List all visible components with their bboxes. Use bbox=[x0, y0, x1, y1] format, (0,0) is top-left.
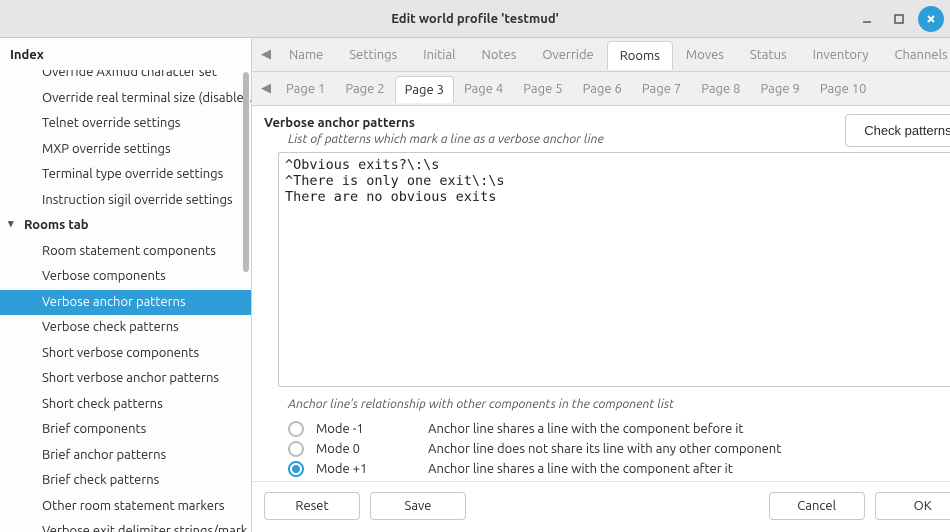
mode-description: Anchor line shares a line with the compo… bbox=[428, 462, 733, 476]
page-tab-row: ◀ Page 1Page 2Page 3Page 4Page 5Page 6Pa… bbox=[252, 72, 950, 106]
tree-item[interactable]: MXP override settings bbox=[0, 137, 251, 163]
page-tab-page-10[interactable]: Page 10 bbox=[810, 75, 877, 103]
mode-label: Mode 0 bbox=[316, 442, 416, 456]
relationship-heading: Anchor line's relationship with other co… bbox=[288, 397, 950, 411]
page-tab-page-7[interactable]: Page 7 bbox=[632, 75, 691, 103]
page-tab-page-3[interactable]: Page 3 bbox=[395, 76, 454, 103]
mode-radio[interactable] bbox=[288, 461, 304, 477]
tab-override[interactable]: Override bbox=[529, 40, 606, 70]
tree-item[interactable]: Override real terminal size (disables... bbox=[0, 86, 251, 112]
tree-item[interactable]: Verbose check patterns bbox=[0, 315, 251, 341]
tree-item[interactable]: Verbose exit delimiter strings/mark... bbox=[0, 519, 251, 532]
page-content: Verbose anchor patterns List of patterns… bbox=[252, 106, 950, 481]
main-panel: ◀ NameSettingsInitialNotesOverrideRoomsM… bbox=[252, 38, 950, 532]
page-tab-page-6[interactable]: Page 6 bbox=[573, 75, 632, 103]
titlebar: Edit world profile 'testmud' bbox=[0, 0, 950, 38]
page-tab-page-9[interactable]: Page 9 bbox=[751, 75, 810, 103]
check-patterns-button[interactable]: Check patterns bbox=[845, 114, 950, 147]
tab-inventory[interactable]: Inventory bbox=[800, 40, 882, 70]
sidebar: Index Override Axmud character setOverri… bbox=[0, 38, 252, 532]
section-subheading: List of patterns which mark a line as a … bbox=[288, 132, 604, 146]
mode-row: Mode +1 Anchor line shares a line with th… bbox=[288, 461, 950, 477]
mode-row: Mode -1 Anchor line shares a line with th… bbox=[288, 421, 950, 437]
tree-item[interactable]: Terminal type override settings bbox=[0, 162, 251, 188]
window-title: Edit world profile 'testmud' bbox=[391, 12, 559, 26]
ok-button[interactable]: OK bbox=[875, 492, 950, 520]
tree-item[interactable]: Instruction sigil override settings bbox=[0, 188, 251, 214]
mode-label: Mode -1 bbox=[316, 422, 416, 436]
tab-channels[interactable]: Channels bbox=[881, 40, 950, 70]
page-tab-page-4[interactable]: Page 4 bbox=[454, 75, 513, 103]
page-tab-page-5[interactable]: Page 5 bbox=[513, 75, 572, 103]
section-heading: Verbose anchor patterns bbox=[264, 116, 604, 130]
tab-settings[interactable]: Settings bbox=[336, 40, 410, 70]
mode-description: Anchor line does not share its line with… bbox=[428, 442, 781, 456]
cancel-button[interactable]: Cancel bbox=[769, 492, 865, 520]
top-tab-row: ◀ NameSettingsInitialNotesOverrideRoomsM… bbox=[252, 38, 950, 72]
tab-notes[interactable]: Notes bbox=[469, 40, 530, 70]
mode-row: Mode 0 Anchor line does not share its lin… bbox=[288, 441, 950, 457]
tree-item[interactable]: Room statement components bbox=[0, 239, 251, 265]
tab-rooms[interactable]: Rooms bbox=[607, 41, 673, 70]
window-controls bbox=[854, 6, 944, 32]
tree-item[interactable]: Brief anchor patterns bbox=[0, 443, 251, 469]
index-tree[interactable]: Override Axmud character setOverride rea… bbox=[0, 70, 251, 532]
mode-radio[interactable] bbox=[288, 421, 304, 437]
page-tab-page-1[interactable]: Page 1 bbox=[276, 75, 335, 103]
close-button[interactable] bbox=[918, 6, 944, 32]
reset-button[interactable]: Reset bbox=[264, 492, 360, 520]
save-button[interactable]: Save bbox=[370, 492, 466, 520]
tree-item[interactable]: Verbose anchor patterns bbox=[0, 290, 251, 316]
tree-item[interactable]: Other room statement markers bbox=[0, 494, 251, 520]
minimize-button[interactable] bbox=[854, 6, 880, 32]
tab-name[interactable]: Name bbox=[276, 40, 336, 70]
scrollbar-thumb[interactable] bbox=[243, 72, 249, 272]
page-tab-page-2[interactable]: Page 2 bbox=[335, 75, 394, 103]
tree-item[interactable]: Short verbose components bbox=[0, 341, 251, 367]
pages-scroll-left-icon[interactable]: ◀ bbox=[256, 81, 276, 96]
patterns-textarea[interactable]: ^Obvious exits?\:\s ^There is only one e… bbox=[278, 152, 950, 387]
mode-radio[interactable] bbox=[288, 441, 304, 457]
tab-moves[interactable]: Moves bbox=[673, 40, 737, 70]
tree-item[interactable]: Short verbose anchor patterns bbox=[0, 366, 251, 392]
tree-item[interactable]: Short check patterns bbox=[0, 392, 251, 418]
tree-item[interactable]: Telnet override settings bbox=[0, 111, 251, 137]
tab-status[interactable]: Status bbox=[737, 40, 800, 70]
tree-group[interactable]: Rooms tab bbox=[0, 213, 251, 239]
tab-initial[interactable]: Initial bbox=[410, 40, 468, 70]
mode-label: Mode +1 bbox=[316, 462, 416, 476]
sidebar-header: Index bbox=[0, 38, 251, 70]
mode-description: Anchor line shares a line with the compo… bbox=[428, 422, 744, 436]
page-tab-page-8[interactable]: Page 8 bbox=[691, 75, 750, 103]
tree-item[interactable]: Brief components bbox=[0, 417, 251, 443]
tabs-scroll-left-icon[interactable]: ◀ bbox=[256, 47, 276, 62]
maximize-button[interactable] bbox=[886, 6, 912, 32]
app-body: Index Override Axmud character setOverri… bbox=[0, 38, 950, 532]
tree-item[interactable]: Verbose components bbox=[0, 264, 251, 290]
tree-item[interactable]: Brief check patterns bbox=[0, 468, 251, 494]
dialog-button-bar: Reset Save Cancel OK bbox=[252, 481, 950, 532]
tree-item[interactable]: Override Axmud character set bbox=[0, 70, 251, 86]
